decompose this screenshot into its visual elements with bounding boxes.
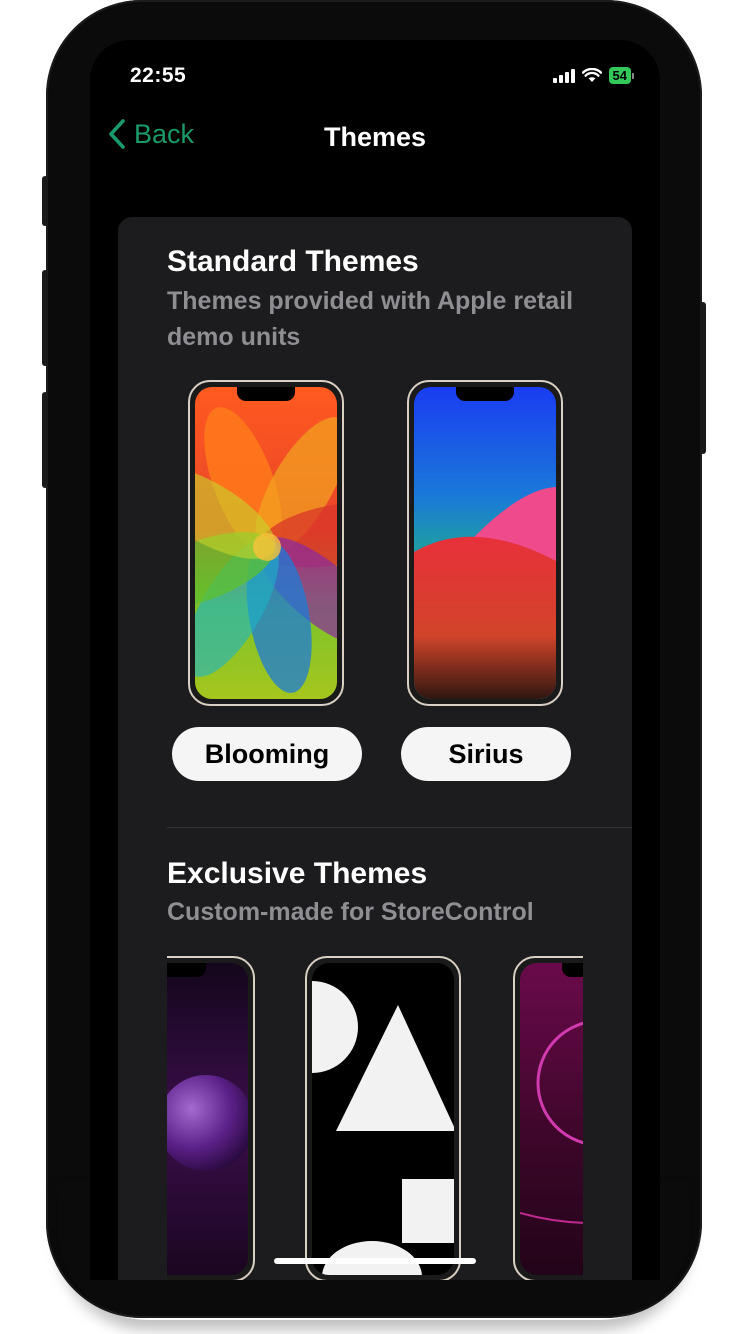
battery-level: 54 [608, 67, 631, 84]
blooming-theme-preview[interactable] [188, 380, 344, 706]
sirius-theme-preview[interactable] [407, 380, 563, 706]
exclusive-themes-title: Exclusive Themes [167, 857, 428, 890]
volume-up-button [42, 270, 48, 366]
screen: 22:55 54 Back Themes Standard Themes The… [90, 40, 660, 1280]
section-divider [167, 827, 632, 828]
purple-sphere-wallpaper-icon [167, 963, 248, 1275]
standard-themes-title: Standard Themes [167, 245, 419, 278]
home-indicator[interactable] [274, 1258, 476, 1264]
volume-down-button [42, 392, 48, 488]
power-button [700, 302, 706, 454]
sirius-wallpaper-icon [414, 387, 556, 699]
themes-card: Standard Themes Themes provided with App… [118, 217, 632, 1280]
geometric-shapes-wallpaper-icon [312, 963, 454, 1275]
exclusive-themes-carousel[interactable] [167, 956, 583, 1280]
cellular-signal-icon [552, 68, 575, 83]
navigation-bar: Back Themes [90, 112, 660, 164]
exclusive-themes-subtitle: Custom-made for StoreControl [167, 898, 534, 926]
blooming-wallpaper-icon [195, 387, 337, 699]
geometric-shapes-theme-preview[interactable] [305, 956, 461, 1280]
standard-themes-subtitle: Themes provided with Apple retail demo u… [167, 287, 574, 351]
magenta-rings-theme-preview[interactable] [513, 956, 583, 1280]
blooming-theme-button[interactable]: Blooming [172, 727, 362, 781]
purple-sphere-theme-preview[interactable] [167, 956, 255, 1280]
magenta-rings-wallpaper-icon [520, 963, 583, 1275]
status-icons: 54 [552, 67, 634, 84]
sirius-theme-button[interactable]: Sirius [401, 727, 571, 781]
page-title: Themes [323, 122, 427, 152]
battery-icon: 54 [608, 67, 634, 84]
wifi-icon [581, 68, 602, 82]
status-bar: 22:55 54 [90, 40, 660, 112]
status-time: 22:55 [130, 64, 187, 87]
silent-switch [42, 176, 48, 226]
